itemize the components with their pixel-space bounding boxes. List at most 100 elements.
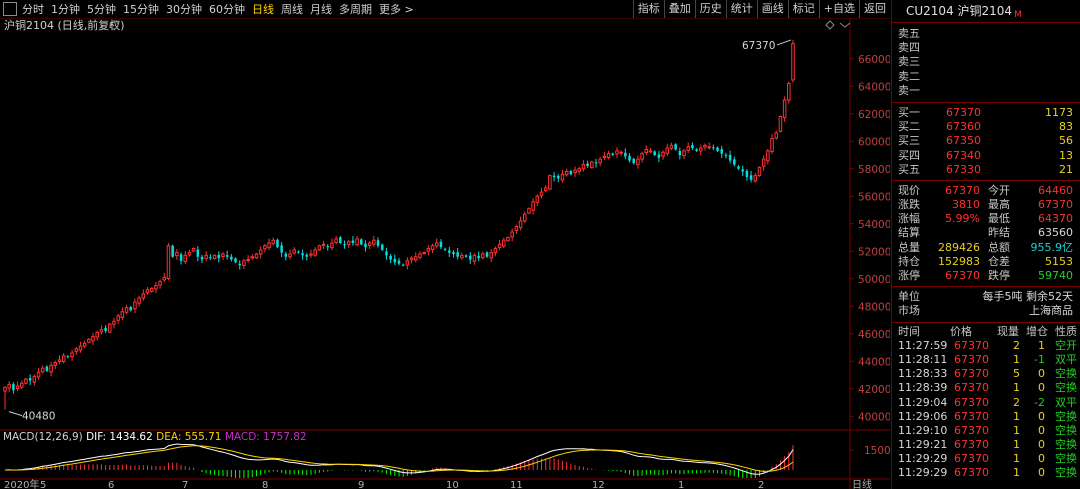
trade-row[interactable]: 11:28:39 67370 1 0 空换 <box>892 381 1080 395</box>
toolbar-button[interactable]: 标记 <box>787 0 819 18</box>
trade-row[interactable]: 11:28:11 67370 1 -1 双平 <box>892 353 1080 367</box>
candle <box>91 332 95 346</box>
candle <box>32 374 37 386</box>
diamond-icon[interactable] <box>825 20 835 30</box>
quote-value: 59740 <box>1038 269 1073 282</box>
toolbar-button[interactable]: +自选 <box>818 0 859 18</box>
toolbar-button[interactable]: 返回 <box>859 0 890 18</box>
period-tab[interactable]: 60分钟 <box>209 1 245 17</box>
ask-row[interactable]: 卖一 <box>892 84 1080 98</box>
candle <box>581 160 586 172</box>
trade-time: 11:27:59 <box>898 338 948 352</box>
bid-label: 买五 <box>898 162 920 176</box>
trade-price: 67370 <box>954 395 989 409</box>
candle <box>791 39 795 83</box>
candle <box>510 228 514 242</box>
x-tick-label: 1 <box>678 480 684 489</box>
period-tab[interactable]: 5分钟 <box>87 1 116 17</box>
ask-row[interactable]: 卖四 <box>892 41 1080 55</box>
kline-chart[interactable]: 沪铜2104 (日线,前复权) 40000 42000 44000 46000 48000… <box>0 18 890 489</box>
period-tab[interactable]: 周线 <box>281 1 303 17</box>
ask-row[interactable]: 卖二 <box>892 70 1080 84</box>
period-tab[interactable]: 30分钟 <box>166 1 202 17</box>
toolbar-button[interactable]: 指标 <box>632 0 664 18</box>
candle <box>456 247 459 260</box>
candle <box>175 249 179 261</box>
toolbar-button[interactable]: 画线 <box>756 0 788 18</box>
trade-type: 空换 <box>1055 423 1077 437</box>
candle <box>230 254 233 262</box>
max-annotation: 67370 <box>742 40 775 52</box>
quote-value: 63560 <box>1038 226 1073 240</box>
candle <box>661 150 665 160</box>
candle <box>405 257 410 270</box>
bid-volume: 21 <box>1059 162 1073 176</box>
quote-label: 持仓 <box>898 254 920 268</box>
candle <box>309 249 313 258</box>
period-tab[interactable]: 日线 <box>252 1 274 17</box>
trade-time: 11:29:21 <box>898 438 948 452</box>
trade-row[interactable]: 11:29:10 67370 1 0 空换 <box>892 424 1080 438</box>
bid-row[interactable]: 买二 67360 83 <box>892 120 1080 134</box>
trade-row[interactable]: 11:29:04 67370 2 -2 双平 <box>892 396 1080 410</box>
candle <box>204 250 208 262</box>
trade-price: 67370 <box>954 409 989 423</box>
toolbar-button[interactable]: 统计 <box>725 0 757 18</box>
trade-oi-change: 0 <box>1038 438 1045 452</box>
candle <box>749 170 753 183</box>
candle <box>761 155 766 171</box>
candle <box>573 166 577 177</box>
y-tick-label: 42000 <box>858 384 890 396</box>
quote-value: 67370 <box>1038 198 1073 212</box>
quote-row: 总量 289426 总额 955.9亿 <box>892 241 1080 255</box>
candle <box>699 144 703 156</box>
period-tab[interactable]: 多周期 <box>339 1 372 17</box>
candle <box>452 250 455 258</box>
candle <box>669 142 674 151</box>
ask-row[interactable]: 卖三 <box>892 55 1080 69</box>
bid-row[interactable]: 买三 67350 56 <box>892 134 1080 148</box>
trade-row[interactable]: 11:29:06 67370 1 0 空换 <box>892 410 1080 424</box>
y-tick-label: 58000 <box>858 164 890 176</box>
trade-row[interactable]: 11:27:59 67370 2 1 空开 <box>892 339 1080 353</box>
dif-line <box>4 443 794 475</box>
candle <box>137 296 141 307</box>
macd-title: MACD(12,26,9) <box>3 431 86 443</box>
trade-header: 现量 <box>997 324 1019 338</box>
bid-row[interactable]: 买一 67370 1173 <box>892 106 1080 120</box>
candle <box>543 185 548 193</box>
period-tab[interactable]: 1分钟 <box>51 1 80 17</box>
period-tab[interactable]: 15分钟 <box>123 1 159 17</box>
period-tab[interactable]: 分时 <box>22 1 44 17</box>
candle <box>171 244 174 258</box>
trade-row[interactable]: 11:29:29 67370 1 0 空换 <box>892 452 1080 466</box>
candle <box>326 244 330 251</box>
quote-label: 今开 <box>988 183 1010 197</box>
candle <box>179 252 183 265</box>
candle <box>154 282 158 294</box>
trade-row[interactable]: 11:29:21 67370 1 0 空换 <box>892 438 1080 452</box>
toolbar-button[interactable]: 历史 <box>694 0 726 18</box>
bid-row[interactable]: 买四 67340 13 <box>892 149 1080 163</box>
candle <box>707 142 711 150</box>
bid-row[interactable]: 买五 67330 21 <box>892 163 1080 177</box>
trade-row[interactable]: 11:28:33 67370 5 0 空换 <box>892 367 1080 381</box>
layout-toggle-icon[interactable] <box>3 2 17 16</box>
max-annotation-arrow <box>776 39 792 46</box>
trade-row[interactable]: 11:29:29 67370 1 0 空换 <box>892 466 1080 480</box>
bid-price: 67350 <box>946 134 981 148</box>
x-tick-label: 11 <box>510 480 523 489</box>
candle <box>209 254 212 261</box>
period-toolbar: 分时 1分钟 5分钟 15分钟 30分钟 60分钟 日线 周线 月线 多周期 更多 > 指标 叠加 历史… <box>0 0 890 19</box>
toolbar-button[interactable]: 叠加 <box>663 0 695 18</box>
trade-volume: 2 <box>1013 338 1020 352</box>
quote-label: 总量 <box>898 240 920 254</box>
toolbar-right-buttons: 指标 叠加 历史 统计 画线 标记 +自选 返回 <box>632 0 890 18</box>
ask-row[interactable]: 卖五 <box>892 27 1080 41</box>
period-tab[interactable]: 月线 <box>310 1 332 17</box>
period-tab[interactable]: 更多 > <box>379 1 414 17</box>
candle <box>653 150 656 157</box>
chevron-down-icon[interactable] <box>839 22 851 28</box>
candle <box>489 249 493 263</box>
macd-legend-item: DIF: 1434.62 <box>86 431 156 443</box>
